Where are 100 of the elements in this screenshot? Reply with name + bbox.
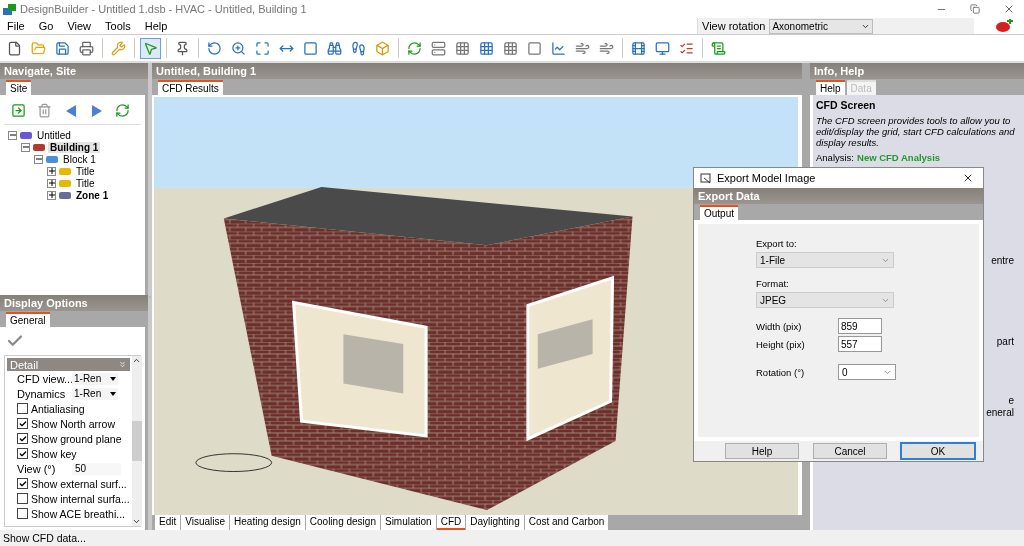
dialog-title: Export Model Image — [717, 172, 817, 184]
expand-toggle[interactable] — [21, 142, 30, 152]
panel-title: Untitled, Building 1 — [152, 63, 802, 79]
analysis-label: Analysis: — [816, 152, 854, 163]
scrollbar[interactable] — [131, 356, 142, 526]
ep-logo-icon — [994, 19, 1014, 33]
screen-tab[interactable]: Daylighting — [466, 515, 524, 530]
tree-node-icon — [58, 178, 72, 188]
screen-tab[interactable]: Cost and Carbon — [524, 515, 609, 530]
option-checkbox[interactable] — [17, 448, 28, 459]
option-select[interactable]: 1-Ren — [72, 387, 118, 400]
option-checkbox[interactable] — [17, 418, 28, 429]
tree-item[interactable]: Title — [74, 165, 97, 177]
scroll-thumb[interactable] — [131, 421, 142, 461]
panel-title: Navigate, Site — [0, 63, 148, 79]
dialog-tab[interactable]: Output — [700, 205, 739, 220]
tree-node-icon — [58, 166, 72, 176]
panel-tab[interactable]: Site — [6, 80, 32, 95]
tree-node-icon — [32, 142, 46, 152]
option-checkbox[interactable] — [17, 493, 28, 504]
field-label: Export to: — [756, 238, 798, 249]
help-text: entre — [991, 255, 1014, 266]
screen-tab[interactable]: Simulation — [380, 515, 436, 530]
screen-tab[interactable]: Visualise — [181, 515, 230, 530]
scroll-up-icon[interactable] — [132, 356, 142, 365]
tree-item[interactable]: Zone 1 — [74, 189, 111, 201]
window-title: DesignBuilder - Untitled 1.dsb - HVAC - Untitled, Building 1 — [20, 3, 308, 15]
expand-toggle[interactable] — [8, 130, 17, 140]
expand-toggle[interactable] — [47, 190, 56, 200]
screen-tab[interactable]: Edit — [155, 515, 181, 530]
dropdown-field[interactable]: JPEG — [756, 292, 894, 308]
plus-icon — [48, 180, 55, 186]
tree-node-icon — [58, 190, 72, 200]
expand-toggle[interactable] — [47, 166, 56, 176]
menu-item[interactable]: View — [60, 20, 99, 32]
option-checkbox[interactable] — [17, 478, 28, 489]
tree-item[interactable]: Untitled — [35, 129, 73, 141]
option-label: Show internal surfa... — [31, 492, 130, 505]
help-text: e — [1008, 395, 1014, 406]
export-image-icon — [700, 172, 712, 184]
option-checkbox[interactable] — [17, 433, 28, 444]
panel-title: Info, Help — [810, 63, 1024, 79]
tree-node-icon — [45, 154, 59, 164]
menu-item[interactable]: File — [0, 20, 32, 32]
view-tab[interactable]: CFD Results — [158, 80, 223, 95]
tree-item[interactable]: Title — [74, 177, 97, 189]
restore-icon[interactable] — [970, 4, 980, 14]
panel-tab[interactable]: General — [6, 312, 50, 327]
help-description: The CFD screen provides tools to allow you to edit/display the grid, start CFD calculations and display results. — [816, 115, 1016, 148]
dialog-button[interactable]: Help — [725, 443, 799, 459]
menu-item[interactable]: Go — [31, 20, 61, 32]
close-icon[interactable] — [1003, 3, 1015, 15]
plus-icon — [48, 192, 55, 198]
field-label: Format: — [756, 278, 790, 289]
scroll-down-icon[interactable] — [132, 517, 142, 526]
option-label: Dynamics — [17, 387, 67, 400]
expand-toggle[interactable] — [34, 154, 43, 164]
menu-item[interactable]: Tools — [98, 20, 138, 32]
screen-tab[interactable]: Cooling design — [305, 515, 380, 530]
option-label: Show North arrow — [31, 417, 116, 430]
dropdown-field[interactable]: 1-File — [756, 252, 894, 268]
close-icon[interactable] — [962, 172, 974, 184]
tree-node-icon — [19, 130, 33, 140]
option-checkbox[interactable] — [17, 508, 28, 519]
tree-item[interactable]: Block 1 — [61, 153, 98, 165]
option-label: Show external surf... — [31, 477, 127, 490]
dialog-button[interactable]: OK — [901, 443, 975, 459]
option-checkbox[interactable] — [17, 403, 28, 414]
field-label: Width (pix) — [756, 320, 803, 332]
dialog-button[interactable]: Cancel — [813, 443, 887, 459]
option-input[interactable]: 50 — [72, 462, 121, 475]
tree-item[interactable]: Building 1 — [48, 141, 101, 153]
option-label: Show ACE breathi... — [31, 507, 125, 520]
help-heading: CFD Screen — [816, 99, 877, 111]
menu-item[interactable]: Help — [137, 20, 175, 32]
panel-tab[interactable]: Help — [816, 80, 845, 95]
input-field[interactable]: 859 — [838, 318, 882, 334]
app-logo-icon — [3, 3, 16, 15]
option-select[interactable]: 1-Ren — [72, 372, 118, 385]
plus-icon — [48, 168, 55, 174]
field-label: Rotation (°) — [756, 366, 806, 378]
option-label: Antialiasing — [31, 402, 85, 415]
option-label: Show ground plane — [31, 432, 122, 445]
option-label: View (°) — [17, 462, 57, 475]
expand-toggle[interactable] — [47, 178, 56, 188]
option-label: Show key — [31, 447, 77, 460]
section-title: Detail — [10, 358, 39, 371]
screen-tab[interactable]: CFD — [436, 515, 466, 530]
dropdown-field[interactable]: 0 — [838, 364, 896, 380]
input-field[interactable]: 557 — [838, 336, 882, 352]
dropdown-arrow-icon — [110, 391, 116, 396]
help-text: eneral — [986, 407, 1014, 418]
pointer-icon[interactable] — [140, 37, 161, 59]
view-rotation-select[interactable]: Axonometric — [769, 18, 874, 34]
screen-tab[interactable]: Heating design — [230, 515, 305, 530]
help-text: part — [996, 336, 1014, 347]
panel-title: Display Options — [0, 295, 148, 311]
check-icon — [18, 479, 27, 488]
view-rotation-label: View rotation — [702, 20, 766, 32]
field-label: Height (pix) — [756, 338, 806, 350]
